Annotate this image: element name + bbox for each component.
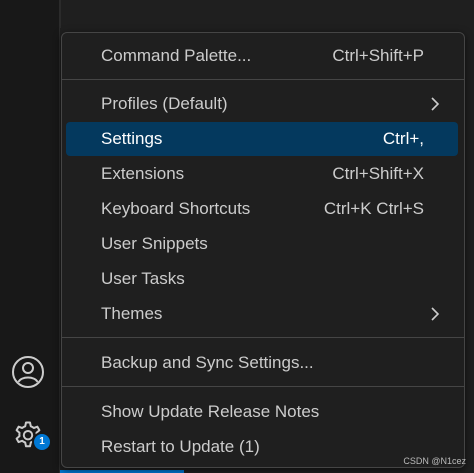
menu-item-label: Extensions xyxy=(101,164,185,183)
menu-item-keyboard-shortcuts[interactable]: Keyboard Shortcuts Ctrl+K Ctrl+S xyxy=(66,192,458,226)
menu-item-release-notes[interactable]: Show Update Release Notes xyxy=(66,395,458,429)
menu-item-settings[interactable]: Settings Ctrl+, xyxy=(66,122,458,156)
menu-item-keybinding: Ctrl+, xyxy=(382,129,424,148)
menu-item-label: Themes xyxy=(101,304,163,323)
accounts-button[interactable] xyxy=(10,354,46,390)
activity-bar xyxy=(0,0,60,473)
menu-item-user-snippets[interactable]: User Snippets xyxy=(66,227,458,261)
menu-item-command-palette[interactable]: Command Palette... Ctrl+Shift+P xyxy=(66,39,458,73)
update-badge: 1 xyxy=(32,432,52,452)
menu-item-profiles[interactable]: Profiles (Default) xyxy=(66,87,458,121)
menu-item-keybinding: Ctrl+Shift+X xyxy=(332,164,424,183)
menu-item-label: Keyboard Shortcuts xyxy=(101,199,251,218)
menu-item-label: Settings xyxy=(101,129,163,148)
menu-item-user-tasks[interactable]: User Tasks xyxy=(66,262,458,296)
manage-button[interactable]: 1 xyxy=(10,418,52,454)
watermark: CSDN @N1cez xyxy=(403,456,466,466)
menu-item-restart-to-update[interactable]: Restart to Update (1) xyxy=(66,430,458,464)
menu-item-label: Profiles (Default) xyxy=(101,94,228,113)
menu-item-label: Show Update Release Notes xyxy=(101,402,320,421)
menu-item-keybinding: Ctrl+K Ctrl+S xyxy=(323,199,424,218)
chevron-right-icon xyxy=(431,307,440,321)
activity-bar-divider xyxy=(60,0,61,28)
menu-item-label: Restart to Update (1) xyxy=(101,437,260,456)
menu-item-extensions[interactable]: Extensions Ctrl+Shift+X xyxy=(66,157,458,191)
menu-separator xyxy=(62,386,464,387)
account-icon xyxy=(12,356,44,388)
chevron-right-icon xyxy=(431,97,440,111)
menu-item-label: User Tasks xyxy=(101,269,185,288)
menu-separator xyxy=(62,79,464,80)
menu-item-keybinding: Ctrl+Shift+P xyxy=(332,46,424,65)
menu-separator xyxy=(62,337,464,338)
menu-item-label: User Snippets xyxy=(101,234,208,253)
menu-item-label: Backup and Sync Settings... xyxy=(101,353,314,372)
manage-context-menu: Command Palette... Ctrl+Shift+P Profiles… xyxy=(61,32,465,468)
menu-item-backup-sync[interactable]: Backup and Sync Settings... xyxy=(66,346,458,380)
menu-item-themes[interactable]: Themes xyxy=(66,297,458,331)
menu-item-label: Command Palette... xyxy=(101,46,252,65)
